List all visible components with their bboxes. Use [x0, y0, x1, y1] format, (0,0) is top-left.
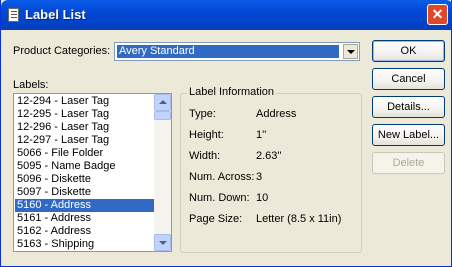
info-value: 3	[256, 171, 263, 183]
info-key: Num. Across:	[189, 171, 255, 183]
list-item[interactable]: 12-294 - Laser Tag	[15, 95, 154, 108]
info-value: 10	[256, 192, 269, 204]
labels-label: Labels:	[13, 79, 49, 91]
list-item[interactable]: 12-297 - Laser Tag	[15, 134, 154, 147]
list-item[interactable]: 12-295 - Laser Tag	[15, 108, 154, 121]
labels-scrollbar[interactable]	[154, 94, 171, 251]
list-item[interactable]: 5161 - Address	[15, 212, 154, 225]
info-value: Address	[256, 108, 297, 120]
list-item[interactable]: 5096 - Diskette	[15, 173, 154, 186]
info-key: Page Size:	[189, 213, 243, 225]
info-value: Letter (8.5 x 11in)	[256, 213, 342, 225]
product-categories-label: Product Categories:	[13, 45, 111, 57]
labels-listbox[interactable]: 12-294 - Laser Tag 12-295 - Laser Tag 12-2…	[13, 93, 172, 252]
info-key: Type:	[189, 108, 216, 120]
info-key: Width:	[189, 150, 221, 162]
scroll-down-icon[interactable]	[154, 234, 171, 251]
list-item[interactable]: 5160 - Address	[15, 199, 154, 212]
info-key: Height:	[189, 129, 224, 141]
document-list-icon	[8, 8, 19, 22]
delete-button: Delete	[372, 152, 445, 174]
title-bar[interactable]: Label List ✕	[1, 0, 452, 30]
labels-list: 12-294 - Laser Tag 12-295 - Laser Tag 12-2…	[15, 95, 154, 251]
new-label-button[interactable]: New Label...	[372, 124, 445, 146]
ok-button[interactable]: OK	[372, 40, 445, 62]
details-button[interactable]: Details...	[372, 96, 445, 118]
info-value: 1''	[256, 129, 267, 141]
scroll-up-icon[interactable]	[154, 94, 171, 111]
info-key: Num. Down:	[189, 192, 250, 204]
cancel-button[interactable]: Cancel	[372, 68, 445, 90]
label-information-title: Label Information	[187, 86, 276, 98]
product-categories-dropdown[interactable]: Avery Standard	[114, 42, 360, 61]
list-item[interactable]: 5097 - Diskette	[15, 186, 154, 199]
info-value: 2.63''	[256, 150, 282, 162]
chevron-down-icon[interactable]	[343, 44, 358, 59]
list-item[interactable]: 5095 - Name Badge	[15, 160, 154, 173]
window-title: Label List	[25, 7, 86, 22]
scrollbar-thumb[interactable]	[154, 111, 171, 120]
label-list-dialog: Label List ✕ Product Categories: Avery S…	[0, 0, 452, 267]
list-item[interactable]: 5163 - Shipping	[15, 238, 154, 251]
product-categories-value: Avery Standard	[117, 45, 339, 58]
list-item[interactable]: 5162 - Address	[15, 225, 154, 238]
list-item[interactable]: 5066 - File Folder	[15, 147, 154, 160]
list-item[interactable]: 12-296 - Laser Tag	[15, 121, 154, 134]
close-button[interactable]: ✕	[427, 4, 448, 25]
